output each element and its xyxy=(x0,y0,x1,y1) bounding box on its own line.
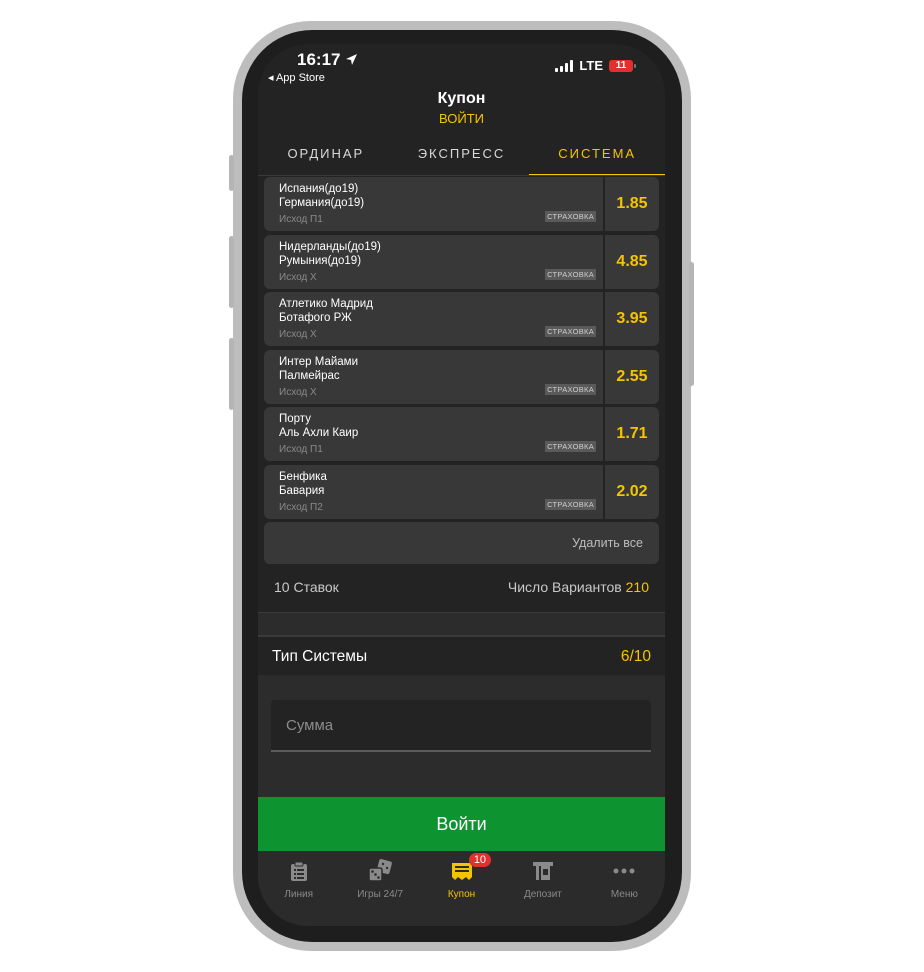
system-type-label: Тип Системы xyxy=(272,648,368,665)
bet-item[interactable]: Бенфика Бавария Исход П2 СТРАХОВКА 2.02 xyxy=(264,465,659,519)
bet-odds[interactable]: 1.85 xyxy=(605,177,659,231)
network-type: LTE xyxy=(579,58,603,73)
volume-up-button xyxy=(229,236,234,308)
coupon-count-badge: 10 xyxy=(468,853,492,867)
insurance-badge[interactable]: СТРАХОВКА xyxy=(545,441,596,452)
team-away: Германия(до19) xyxy=(279,197,365,209)
location-arrow-icon xyxy=(346,54,358,65)
nav-menu[interactable]: Меню xyxy=(584,851,665,926)
bet-outcome: Исход X xyxy=(279,272,317,283)
ticket-icon xyxy=(451,863,472,880)
variants-label: Число Вариантов xyxy=(507,579,622,595)
tab-single[interactable]: ОРДИНАР xyxy=(258,140,394,176)
nav-coupon[interactable]: 10 Купон xyxy=(421,851,502,926)
tab-express[interactable]: ЭКСПРЕСС xyxy=(394,140,530,176)
bet-item[interactable]: Атлетико Мадрид Ботафого РЖ Исход X СТРА… xyxy=(264,292,659,346)
power-button xyxy=(689,262,694,386)
amount-input[interactable] xyxy=(271,700,651,752)
status-indicators: LTE 11 xyxy=(555,58,636,73)
deposit-icon xyxy=(532,862,553,880)
nav-games-label: Игры 24/7 xyxy=(357,889,404,900)
delete-all-row: Удалить все xyxy=(264,522,659,564)
variants-value: 210 xyxy=(625,579,649,595)
bet-odds[interactable]: 3.95 xyxy=(605,292,659,346)
bet-summary: 10 Ставок Число Вариантов 210 xyxy=(274,579,649,595)
nav-games[interactable]: Игры 24/7 xyxy=(339,851,420,926)
insurance-badge[interactable]: СТРАХОВКА xyxy=(545,211,596,222)
bet-details[interactable]: Бенфика Бавария Исход П2 СТРАХОВКА xyxy=(264,465,603,519)
bet-outcome: Исход П1 xyxy=(279,214,323,225)
bets-count: 10 Ставок xyxy=(274,579,339,595)
bet-outcome: Исход П2 xyxy=(279,502,323,513)
bet-odds[interactable]: 2.55 xyxy=(605,350,659,404)
team-away: Аль Ахли Каир xyxy=(279,427,359,439)
bet-outcome: Исход П1 xyxy=(279,444,323,455)
tabs-divider xyxy=(258,175,665,176)
app-screen: 16:17 ◂ App Store LTE 11 Купон ВОЙТИ ОРД… xyxy=(258,44,665,926)
bet-outcome: Исход X xyxy=(279,329,317,340)
nav-deposit[interactable]: Депозит xyxy=(502,851,583,926)
status-time: 16:17 xyxy=(297,50,358,70)
bottom-navigation: Линия Игры 24/7 10 Купон Депозит Меню xyxy=(258,851,665,926)
bet-odds[interactable]: 4.85 xyxy=(605,235,659,289)
delete-all-button[interactable]: Удалить все xyxy=(572,536,643,550)
variants-count: Число Вариантов 210 xyxy=(508,579,649,595)
nav-deposit-label: Депозит xyxy=(523,889,562,900)
battery-icon: 11 xyxy=(609,59,636,72)
system-type-value[interactable]: 6/10 xyxy=(621,648,651,666)
clipboard-icon xyxy=(290,861,307,881)
team-away: Ботафого РЖ xyxy=(279,312,352,324)
bet-item[interactable]: Испания(до19) Германия(до19) Исход П1 СТ… xyxy=(264,177,659,231)
login-link[interactable]: ВОЙТИ xyxy=(258,111,665,126)
insurance-badge[interactable]: СТРАХОВКА xyxy=(545,384,596,395)
dice-icon xyxy=(368,859,392,882)
bet-odds[interactable]: 1.71 xyxy=(605,407,659,461)
bet-outcome: Исход X xyxy=(279,387,317,398)
team-away: Палмейрас xyxy=(279,370,340,382)
login-button[interactable]: Войти xyxy=(258,797,665,851)
nav-line-label: Линия xyxy=(284,889,314,900)
bet-details[interactable]: Интер Майами Палмейрас Исход X СТРАХОВКА xyxy=(264,350,603,404)
battery-level: 11 xyxy=(615,60,627,71)
team-away: Бавария xyxy=(279,485,325,497)
nav-line[interactable]: Линия xyxy=(258,851,339,926)
team-home: Испания(до19) xyxy=(279,183,359,195)
bet-item[interactable]: Порту Аль Ахли Каир Исход П1 СТРАХОВКА 1… xyxy=(264,407,659,461)
team-home: Нидерланды(до19) xyxy=(279,241,381,253)
insurance-badge[interactable]: СТРАХОВКА xyxy=(545,326,596,337)
mute-switch xyxy=(229,155,234,191)
back-to-app-store[interactable]: ◂ App Store xyxy=(268,71,325,84)
bet-item[interactable]: Нидерланды(до19) Румыния(до19) Исход X С… xyxy=(264,235,659,289)
bet-details[interactable]: Испания(до19) Германия(до19) Исход П1 СТ… xyxy=(264,177,603,231)
team-home: Бенфика xyxy=(279,471,327,483)
amount-panel xyxy=(258,675,665,797)
nav-coupon-label: Купон xyxy=(447,889,476,900)
page-title: Купон xyxy=(437,90,486,107)
bet-type-tabs: ОРДИНАР ЭКСПРЕСС СИСТЕМА xyxy=(258,140,665,176)
system-type-row[interactable]: Тип Системы 6/10 xyxy=(272,648,651,666)
team-home: Порту xyxy=(279,413,311,425)
section-divider xyxy=(258,612,665,637)
team-home: Атлетико Мадрид xyxy=(279,298,373,310)
nav-menu-label: Меню xyxy=(610,889,638,900)
bet-details[interactable]: Порту Аль Ахли Каир Исход П1 СТРАХОВКА xyxy=(264,407,603,461)
team-away: Румыния(до19) xyxy=(279,255,362,267)
bet-item[interactable]: Интер Майами Палмейрас Исход X СТРАХОВКА… xyxy=(264,350,659,404)
more-icon xyxy=(613,868,635,874)
insurance-badge[interactable]: СТРАХОВКА xyxy=(545,499,596,510)
team-home: Интер Майами xyxy=(279,356,358,368)
bet-details[interactable]: Атлетико Мадрид Ботафого РЖ Исход X СТРА… xyxy=(264,292,603,346)
bet-details[interactable]: Нидерланды(до19) Румыния(до19) Исход X С… xyxy=(264,235,603,289)
volume-down-button xyxy=(229,338,234,410)
insurance-badge[interactable]: СТРАХОВКА xyxy=(545,269,596,280)
signal-icon xyxy=(555,59,574,72)
bet-odds[interactable]: 2.02 xyxy=(605,465,659,519)
tab-system[interactable]: СИСТЕМА xyxy=(529,140,665,176)
